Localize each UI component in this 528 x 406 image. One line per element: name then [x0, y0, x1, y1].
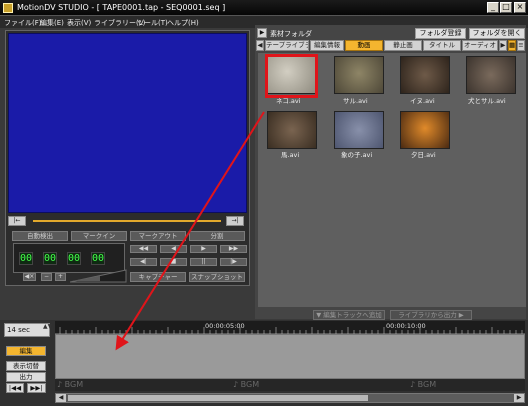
rewind-button[interactable]: ◀◀	[130, 245, 157, 253]
timeline-scrollbar[interactable]: ◀ ▶	[55, 393, 525, 403]
bgm-label-3: ♪ BGM	[410, 380, 437, 389]
bgm-label-1: ♪ BGM	[57, 380, 84, 389]
zoom-spin-icon[interactable]: ▲▼	[43, 324, 52, 334]
tab-still-image[interactable]: 静止画	[384, 40, 422, 51]
thumbnail-dog-monkey[interactable]	[466, 56, 516, 94]
timeline-panel: 14 sec ▲▼ 編集 表示切替 出力 |◀◀ ▶▶| 00:00:05:00…	[0, 320, 528, 406]
volume-down-button[interactable]: −	[41, 273, 52, 281]
tab-edit-info[interactable]: 編集情報	[310, 40, 344, 51]
counter-minutes: 00	[43, 252, 57, 265]
minimize-button[interactable]: _	[487, 2, 499, 13]
thumbnail-baby-elephant-label: 象の子.avi	[341, 151, 373, 159]
view-list-icon[interactable]: ≡	[517, 40, 525, 51]
snapshot-button[interactable]: スナップショット	[189, 272, 245, 282]
prev-frame-button[interactable]: ◀|	[130, 258, 157, 266]
thumbnail-horse[interactable]	[267, 111, 317, 149]
mark-in-button[interactable]: マークイン	[71, 231, 127, 241]
preview-screen	[8, 33, 247, 213]
thumbnail-sunset[interactable]	[400, 111, 450, 149]
volume-up-button[interactable]: +	[55, 273, 66, 281]
library-tabs: ◀ テープライブラリ 編集情報 動画 静止画 タイトル オーディオ ▶ ▦ ≡	[255, 40, 526, 51]
mute-button[interactable]: ◀×	[23, 273, 36, 281]
counter-hours: 00	[19, 252, 33, 265]
view-thumbnails-icon[interactable]: ▦	[508, 40, 516, 51]
output-button[interactable]: 出力	[6, 372, 46, 382]
menu-view[interactable]: 表示(V)	[67, 18, 91, 28]
thumbnail-horse-label: 馬.avi	[281, 151, 300, 159]
selection-highlight	[265, 54, 318, 98]
register-folder-button[interactable]: フォルダ登録	[415, 28, 466, 39]
seek-start-button[interactable]: |←	[8, 216, 26, 226]
time-mark-5s: 00:00:05:00	[205, 322, 245, 330]
display-switch-button[interactable]: 表示切替	[6, 361, 46, 371]
counter-seconds: 00	[67, 252, 81, 265]
app-icon	[3, 3, 13, 13]
fast-forward-button[interactable]: ▶▶	[220, 245, 247, 253]
material-folder-label: 素材フォルダ	[270, 30, 312, 38]
tab-audio[interactable]: オーディオ	[462, 40, 498, 51]
menu-file[interactable]: ファイル(F)	[4, 18, 42, 28]
nav-start-button[interactable]: |◀◀	[6, 383, 24, 393]
bgm-track[interactable]: ♪ BGM ♪ BGM ♪ BGM	[55, 379, 525, 391]
mark-out-button[interactable]: マークアウト	[130, 231, 186, 241]
tab-video[interactable]: 動画	[345, 40, 383, 51]
seek-bar[interactable]: |← →|	[8, 216, 246, 226]
thumbnail-monkey-label: サル.avi	[343, 97, 368, 105]
open-folder-button[interactable]: フォルダを開く	[469, 28, 525, 39]
nav-end-button[interactable]: ▶▶|	[27, 383, 46, 393]
bgm-label-2: ♪ BGM	[233, 380, 260, 389]
play-button[interactable]: ▶	[190, 245, 217, 253]
title-bar: MotionDV STUDIO - [ TAPE0001.tap - SEQ00…	[0, 0, 528, 16]
tab-scroll-right[interactable]: ▶	[499, 40, 507, 51]
menu-edit[interactable]: 編集(E)	[40, 18, 64, 28]
tab-tape-library[interactable]: テープライブラリ	[265, 40, 309, 51]
tab-title[interactable]: タイトル	[423, 40, 461, 51]
scroll-thumb[interactable]	[68, 395, 368, 401]
window-title: MotionDV STUDIO - [ TAPE0001.tap - SEQ00…	[17, 3, 226, 12]
volume-meter	[70, 269, 127, 283]
edit-button[interactable]: 編集	[6, 346, 46, 356]
split-button[interactable]: 分割	[189, 231, 245, 241]
maximize-button[interactable]: □	[500, 2, 512, 13]
auto-detect-button[interactable]: 自動検出	[12, 231, 68, 241]
menu-help[interactable]: ヘルプ(H)	[167, 18, 199, 28]
thumbnail-monkey[interactable]	[334, 56, 384, 94]
pause-button[interactable]: ||	[190, 258, 217, 266]
menu-tools[interactable]: ツール(T)	[137, 18, 168, 28]
seek-track[interactable]	[33, 220, 221, 222]
close-button[interactable]: ×	[514, 2, 526, 13]
next-frame-button[interactable]: |▶	[220, 258, 247, 266]
add-to-track-button[interactable]: ▼ 編集トラックへ追加	[313, 310, 385, 320]
scroll-left-button[interactable]: ◀	[56, 394, 66, 402]
tab-scroll-left[interactable]: ◀	[256, 40, 264, 51]
thumbnail-dog[interactable]	[400, 56, 450, 94]
time-mark-10s: 00:00:10:00	[386, 322, 426, 330]
thumbnail-sunset-label: 夕日.avi	[411, 151, 436, 159]
video-track[interactable]	[55, 334, 525, 379]
stop-button[interactable]: ■	[160, 258, 187, 266]
thumbnail-baby-elephant[interactable]	[334, 111, 384, 149]
capture-button[interactable]: キャプチャー	[130, 272, 186, 282]
step-back-button[interactable]: ◀	[160, 245, 187, 253]
panel-toggle-icon[interactable]: ▶	[257, 28, 267, 38]
thumbnail-dog-monkey-label: 犬とサル.avi	[468, 97, 506, 105]
library-header: ▶ 素材フォルダ フォルダ登録 フォルダを開く	[255, 27, 526, 39]
time-ruler[interactable]: 00:00:05:00 00:00:10:00	[55, 321, 525, 334]
scroll-right-button[interactable]: ▶	[514, 394, 524, 402]
export-from-library-button[interactable]: ライブラリから出力 ▶	[390, 310, 472, 320]
thumbnail-dog-label: イヌ.avi	[410, 97, 435, 105]
seek-end-button[interactable]: →|	[226, 216, 244, 226]
counter-frames: 00	[91, 252, 105, 265]
